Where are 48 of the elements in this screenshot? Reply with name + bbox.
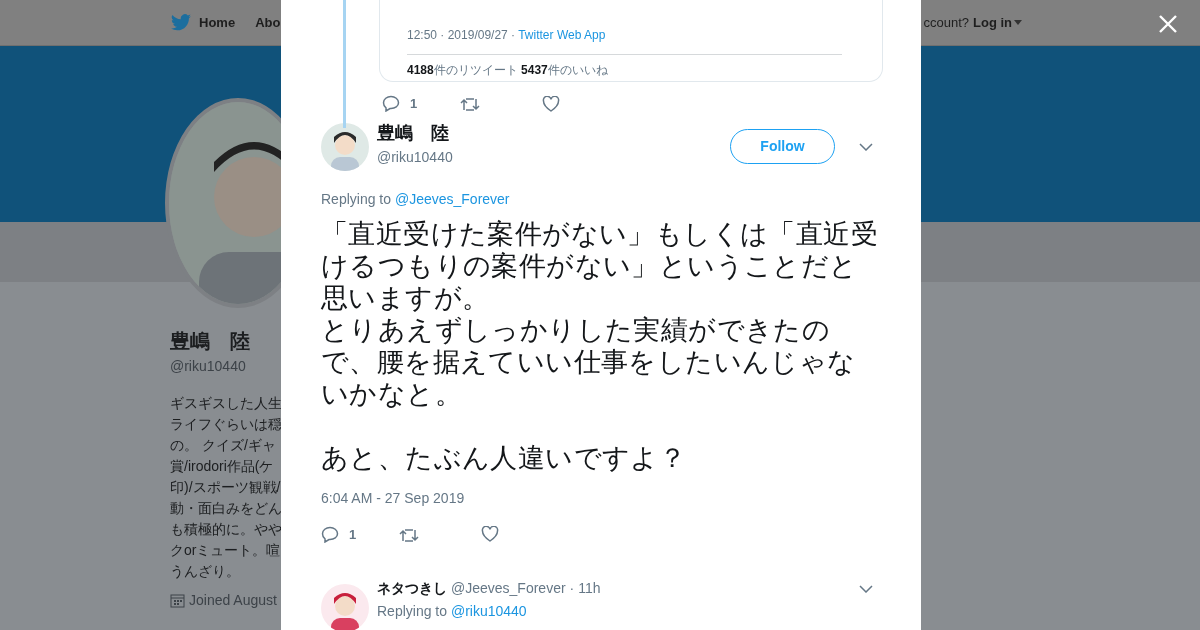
bio-line: も積極的に。やや [170, 521, 282, 537]
user-name[interactable]: 豊嶋 陸 [377, 119, 453, 147]
tweet-age[interactable]: · 11h [569, 578, 601, 599]
retweet-icon[interactable] [399, 527, 419, 543]
bio-line: 動・面白みをどん [170, 500, 282, 516]
tweet-stats: 4188件のリツイート 5437件のいいね [407, 62, 609, 79]
heart-icon[interactable] [542, 95, 560, 112]
tweet-text: とりあえずしっかりした実績ができたので、腰を据えていい仕事をしたいんじゃないかなと。 [321, 313, 857, 410]
bio-line: 賞/irodori作品(ケ [170, 458, 274, 474]
tweet-timestamp: 12:50 · 2019/09/27 · [407, 28, 517, 42]
chevron-down-icon[interactable] [859, 142, 873, 151]
account-prompt: ccount? [923, 13, 969, 32]
user-handle[interactable]: @riku10440 [377, 146, 453, 168]
bio-line: うんざり。 [170, 563, 240, 579]
bio-line: 印)/スポーツ観戦/ [170, 479, 281, 495]
user-handle[interactable]: @Jeeves_Forever [451, 578, 566, 599]
joined-date: Joined August [189, 591, 277, 610]
bio-line: ライフぐらいは穏 [170, 416, 282, 432]
heart-icon[interactable] [481, 526, 499, 543]
profile-handle: @riku10440 [170, 357, 246, 376]
home-link[interactable]: Home [199, 12, 236, 33]
reply-icon[interactable] [382, 95, 400, 113]
mention-link[interactable]: @riku10440 [450, 603, 527, 619]
chevron-down-icon[interactable] [859, 584, 873, 593]
about-link[interactable]: Abo [255, 12, 281, 33]
replying-label: Replying to [321, 190, 392, 207]
tweet-text: 「直近受けた案件がない」もしくは「直近受けるつもりの案件がない」ということだと思いますが。 [321, 217, 879, 314]
reply-count: 1 [410, 95, 418, 113]
bio-line: クorミュート。喧 [170, 542, 281, 558]
calendar-icon [170, 593, 185, 608]
reply-count: 1 [349, 525, 357, 544]
replying-label: Replying to [377, 603, 448, 619]
bio-line: の。 クイズ/ギャ [170, 437, 276, 453]
tweet-timestamp: 6:04 AM - 27 Sep 2019 [321, 488, 466, 508]
tweet-text: あと、たぶん人違いですよ？ [321, 441, 688, 474]
profile-name: 豊嶋 陸 [170, 329, 250, 354]
bio-line: ギスギスした人生 [170, 395, 282, 411]
login-link[interactable]: Log in [973, 12, 1022, 33]
bird-logo-icon [171, 14, 191, 31]
mention-link[interactable]: @Jeeves_Forever [394, 190, 510, 207]
user-avatar[interactable] [321, 122, 369, 171]
follow-button[interactable]: Follow [730, 129, 835, 164]
caret-icon[interactable] [1014, 20, 1022, 25]
user-name[interactable]: ネタつきし [377, 578, 447, 599]
reply-icon[interactable] [321, 525, 339, 543]
close-icon[interactable] [1158, 14, 1178, 34]
retweet-icon[interactable] [460, 97, 480, 113]
source-link[interactable]: Twitter Web App [518, 28, 606, 42]
